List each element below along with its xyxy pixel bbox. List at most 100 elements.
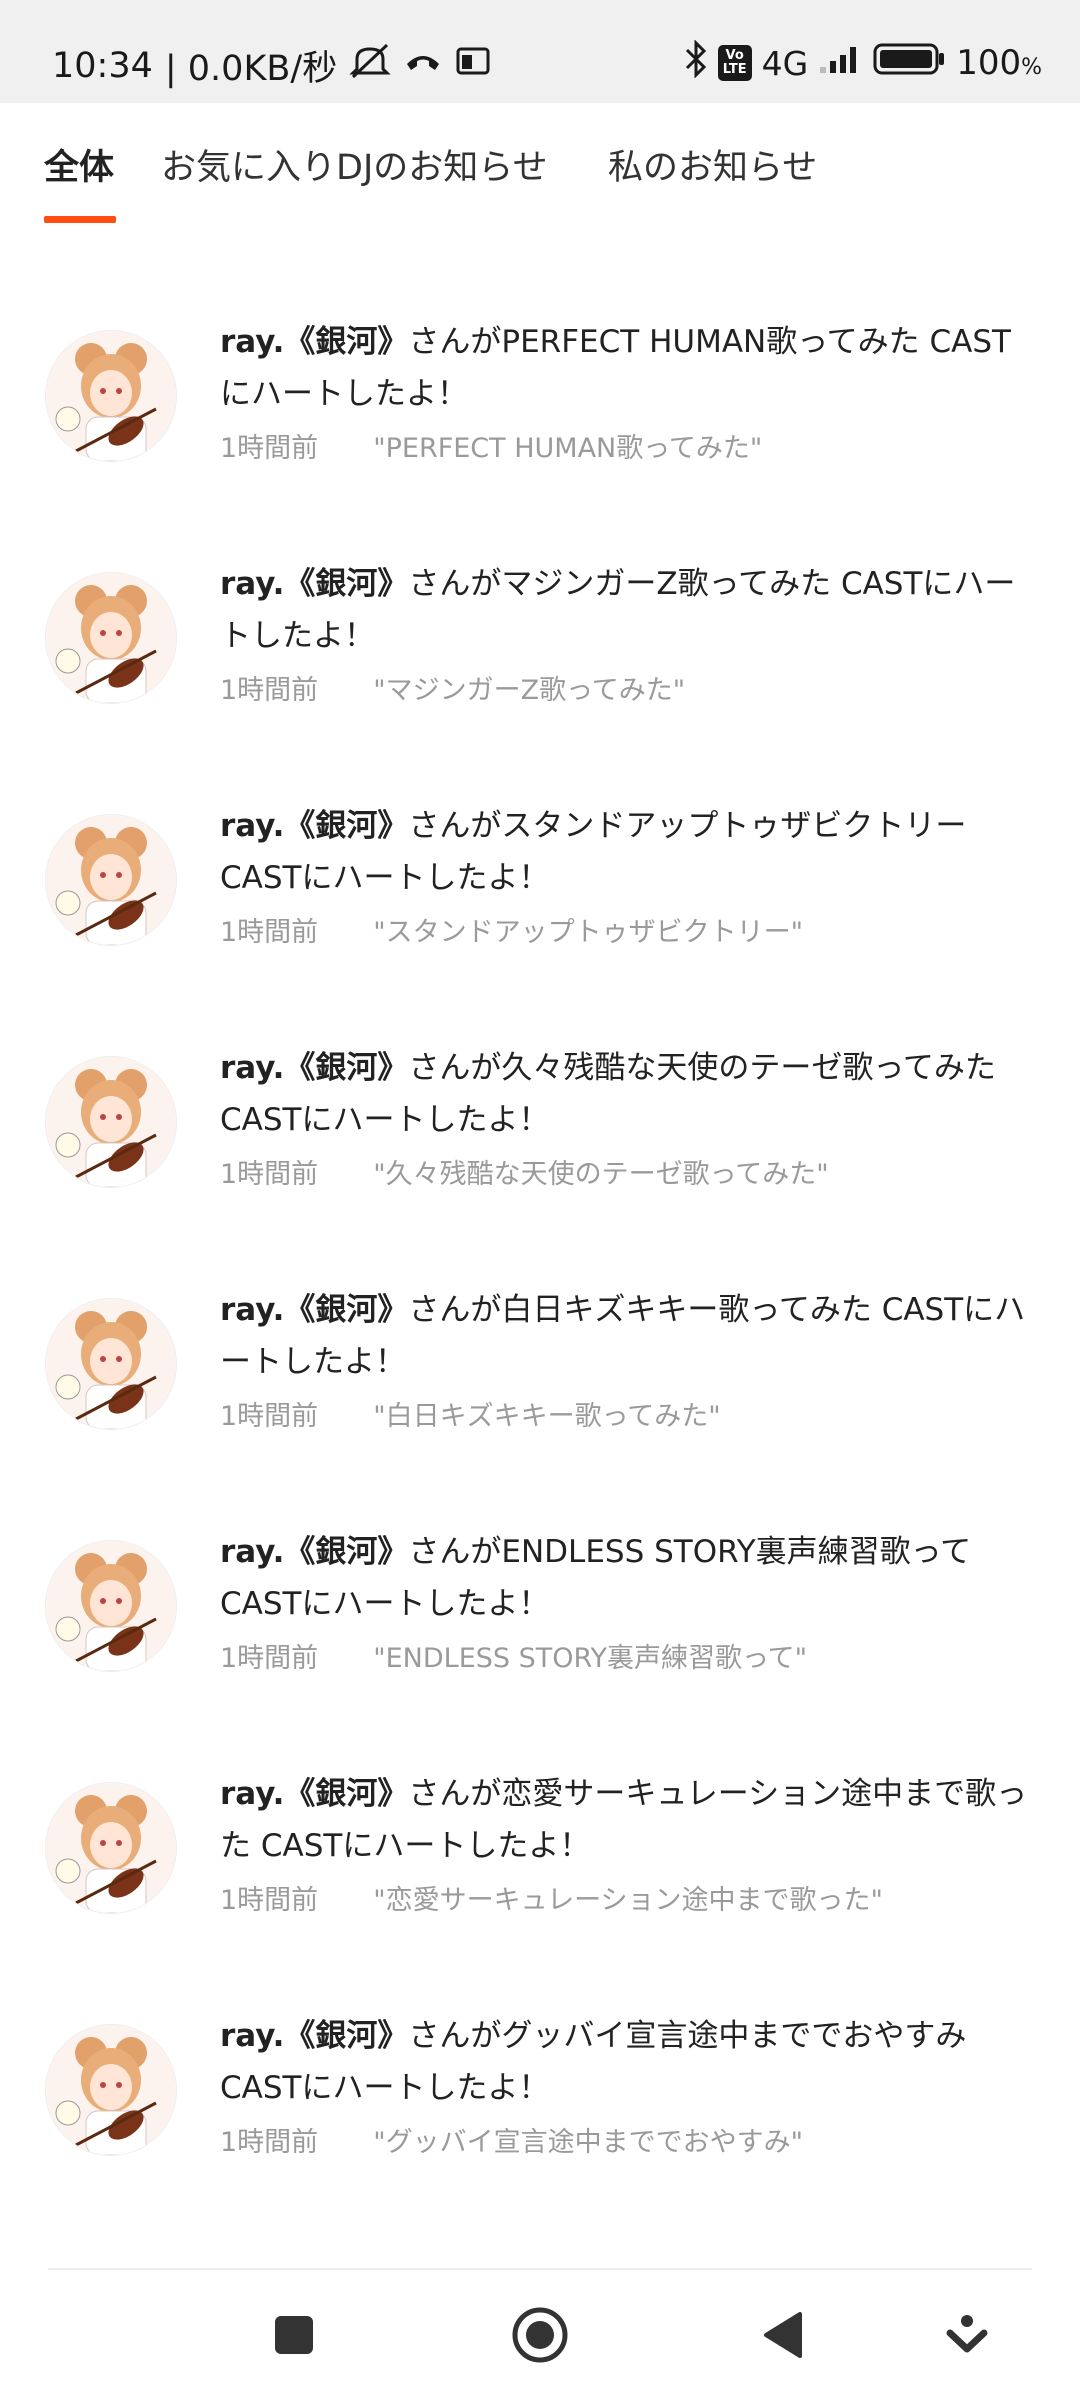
- avatar[interactable]: [45, 814, 177, 946]
- avatar-image: [46, 1299, 176, 1429]
- system-nav-bar: [0, 2270, 1080, 2400]
- status-left: 10:34 | 0.0KB/秒: [52, 40, 491, 91]
- notification-meta: 1時間前 "マジンガーZ歌ってみた": [220, 668, 1040, 707]
- notification-title: ray.《銀河》さんがグッバイ宣言途中まででおやすみ CASTにハートしたよ！: [220, 2010, 1040, 2114]
- notification-user: ray.《銀河》: [220, 808, 409, 844]
- list-item[interactable]: ray.《銀河》さんが久々残酷な天使のテーゼ歌ってみた CASTにハートしたよ！…: [0, 1034, 1080, 1276]
- notification-title: ray.《銀河》さんがENDLESS STORY裏声練習歌って CASTにハート…: [220, 1526, 1040, 1630]
- notification-title: ray.《銀河》さんがスタンドアップトゥザビクトリー CASTにハートしたよ！: [220, 800, 1040, 904]
- notification-cast-title: "恋愛サーキュレーション途中まで歌った": [373, 1885, 883, 1916]
- notification-cast-title: "PERFECT HUMAN歌ってみた": [373, 433, 763, 464]
- mute-icon: [349, 43, 391, 88]
- list-item[interactable]: ray.《銀河》さんが白日キズキキー歌ってみた CASTにハートしたよ！ 1時間…: [0, 1276, 1080, 1518]
- avatar[interactable]: [45, 330, 177, 462]
- volte-bottom: LTE: [722, 62, 747, 77]
- notification-user: ray.《銀河》: [220, 566, 409, 602]
- bluetooth-icon: [684, 39, 708, 86]
- notification-time: 1時間前: [220, 433, 319, 464]
- notification-meta: 1時間前 "ENDLESS STORY裏声練習歌って": [220, 1636, 1040, 1675]
- notification-title: ray.《銀河》さんが恋愛サーキュレーション途中まで歌った CASTにハートした…: [220, 1768, 1040, 1872]
- notification-text: ray.《銀河》さんが白日キズキキー歌ってみた CASTにハートしたよ！ 1時間…: [220, 1284, 1040, 1433]
- notification-cast-title: "ENDLESS STORY裏声練習歌って": [373, 1643, 808, 1674]
- notification-time: 1時間前: [220, 1643, 319, 1674]
- notification-cast-title: "グッバイ宣言途中まででおやすみ": [373, 2127, 804, 2158]
- notification-text: ray.《銀河》さんがグッバイ宣言途中まででおやすみ CASTにハートしたよ！ …: [220, 2010, 1040, 2159]
- tab-favorite-dj[interactable]: お気に入りDJのお知らせ: [161, 139, 548, 190]
- notification-time: 1時間前: [220, 675, 319, 706]
- notification-text: ray.《銀河》さんが久々残酷な天使のテーゼ歌ってみた CASTにハートしたよ！…: [220, 1042, 1040, 1191]
- notification-title: ray.《銀河》さんが久々残酷な天使のテーゼ歌ってみた CASTにハートしたよ！: [220, 1042, 1040, 1146]
- au-icon: [455, 45, 491, 86]
- notification-text: ray.《銀河》さんがPERFECT HUMAN歌ってみた CASTにハートした…: [220, 316, 1040, 465]
- notification-list: ray.《銀河》さんがPERFECT HUMAN歌ってみた CASTにハートした…: [0, 228, 1080, 2268]
- notification-text: ray.《銀河》さんがENDLESS STORY裏声練習歌って CASTにハート…: [220, 1526, 1040, 1675]
- notification-title: ray.《銀河》さんがマジンガーZ歌ってみた CASTにハートしたよ！: [220, 558, 1040, 662]
- notification-pull-icon[interactable]: [932, 2300, 1002, 2370]
- notification-user: ray.《銀河》: [220, 324, 409, 360]
- avatar[interactable]: [45, 2024, 177, 2156]
- back-triangle-icon[interactable]: [749, 2300, 819, 2370]
- notification-time: 1時間前: [220, 1159, 319, 1190]
- tab-my-notifications[interactable]: 私のお知らせ: [608, 139, 817, 190]
- notification-meta: 1時間前 "グッバイ宣言途中まででおやすみ": [220, 2120, 1040, 2159]
- avatar[interactable]: [45, 1782, 177, 1914]
- status-right: Vo LTE 4G 100%: [684, 39, 1042, 86]
- notification-time: 1時間前: [220, 2127, 319, 2158]
- list-item[interactable]: ray.《銀河》さんが恋愛サーキュレーション途中まで歌った CASTにハートした…: [0, 1760, 1080, 2002]
- active-tab-indicator: [44, 216, 116, 223]
- notification-cast-title: "白日キズキキー歌ってみた": [373, 1401, 721, 1432]
- avatar-image: [46, 573, 176, 703]
- notification-cast-title: "スタンドアップトゥザビクトリー": [373, 917, 804, 948]
- avatar[interactable]: [45, 1298, 177, 1430]
- avatar[interactable]: [45, 1540, 177, 1672]
- avatar-image: [46, 815, 176, 945]
- battery-percent: 100%: [956, 43, 1042, 83]
- notification-text: ray.《銀河》さんがマジンガーZ歌ってみた CASTにハートしたよ！ 1時間前…: [220, 558, 1040, 707]
- notification-text: ray.《銀河》さんが恋愛サーキュレーション途中まで歌った CASTにハートした…: [220, 1768, 1040, 1917]
- battery-value: 100: [956, 43, 1022, 83]
- notification-meta: 1時間前 "恋愛サーキュレーション途中まで歌った": [220, 1878, 1040, 1917]
- notification-user: ray.《銀河》: [220, 1292, 409, 1328]
- notification-time: 1時間前: [220, 1401, 319, 1432]
- list-item[interactable]: ray.《銀河》さんがマジンガーZ歌ってみた CASTにハートしたよ！ 1時間前…: [0, 550, 1080, 792]
- avatar[interactable]: [45, 1056, 177, 1188]
- notification-tabs: 全体 お気に入りDJのお知らせ 私のお知らせ: [0, 103, 1080, 228]
- status-time: 10:34: [52, 45, 153, 86]
- call-icon: [403, 44, 443, 87]
- avatar-image: [46, 2025, 176, 2155]
- notification-cast-title: "久々残酷な天使のテーゼ歌ってみた": [373, 1159, 829, 1190]
- status-bar: 10:34 | 0.0KB/秒 Vo LTE 4G 100%: [0, 0, 1080, 103]
- notification-user: ray.《銀河》: [220, 1776, 409, 1812]
- battery-icon: [872, 42, 946, 84]
- status-net-speed: | 0.0KB/秒: [164, 49, 338, 89]
- notification-user: ray.《銀河》: [220, 2018, 409, 2054]
- notification-title: ray.《銀河》さんが白日キズキキー歌ってみた CASTにハートしたよ！: [220, 1284, 1040, 1388]
- notification-meta: 1時間前 "白日キズキキー歌ってみた": [220, 1394, 1040, 1433]
- notification-time: 1時間前: [220, 1885, 319, 1916]
- signal-icon: [818, 43, 862, 83]
- notification-user: ray.《銀河》: [220, 1050, 409, 1086]
- avatar-image: [46, 1541, 176, 1671]
- notification-meta: 1時間前 "久々残酷な天使のテーゼ歌ってみた": [220, 1152, 1040, 1191]
- tab-all[interactable]: 全体: [44, 139, 114, 190]
- notification-user: ray.《銀河》: [220, 1534, 409, 1570]
- list-item[interactable]: ray.《銀河》さんがENDLESS STORY裏声練習歌って CASTにハート…: [0, 1518, 1080, 1760]
- volte-badge: Vo LTE: [717, 45, 752, 81]
- avatar[interactable]: [45, 572, 177, 704]
- notification-time: 1時間前: [220, 917, 319, 948]
- list-item[interactable]: ray.《銀河》さんがPERFECT HUMAN歌ってみた CASTにハートした…: [0, 308, 1080, 550]
- notification-title: ray.《銀河》さんがPERFECT HUMAN歌ってみた CASTにハートした…: [220, 316, 1040, 420]
- avatar-image: [46, 1783, 176, 1913]
- notification-meta: 1時間前 "PERFECT HUMAN歌ってみた": [220, 426, 1040, 465]
- avatar-image: [46, 331, 176, 461]
- notification-meta: 1時間前 "スタンドアップトゥザビクトリー": [220, 910, 1040, 949]
- network-type: 4G: [761, 43, 809, 83]
- list-item[interactable]: ray.《銀河》さんがスタンドアップトゥザビクトリー CASTにハートしたよ！ …: [0, 792, 1080, 1034]
- home-circle-icon[interactable]: [505, 2300, 575, 2370]
- recents-square-icon[interactable]: [259, 2300, 329, 2370]
- avatar-image: [46, 1057, 176, 1187]
- list-item[interactable]: ray.《銀河》さんがグッバイ宣言途中まででおやすみ CASTにハートしたよ！ …: [0, 2002, 1080, 2244]
- battery-unit: %: [1021, 55, 1042, 80]
- notification-text: ray.《銀河》さんがスタンドアップトゥザビクトリー CASTにハートしたよ！ …: [220, 800, 1040, 949]
- volte-top: Vo: [725, 48, 744, 63]
